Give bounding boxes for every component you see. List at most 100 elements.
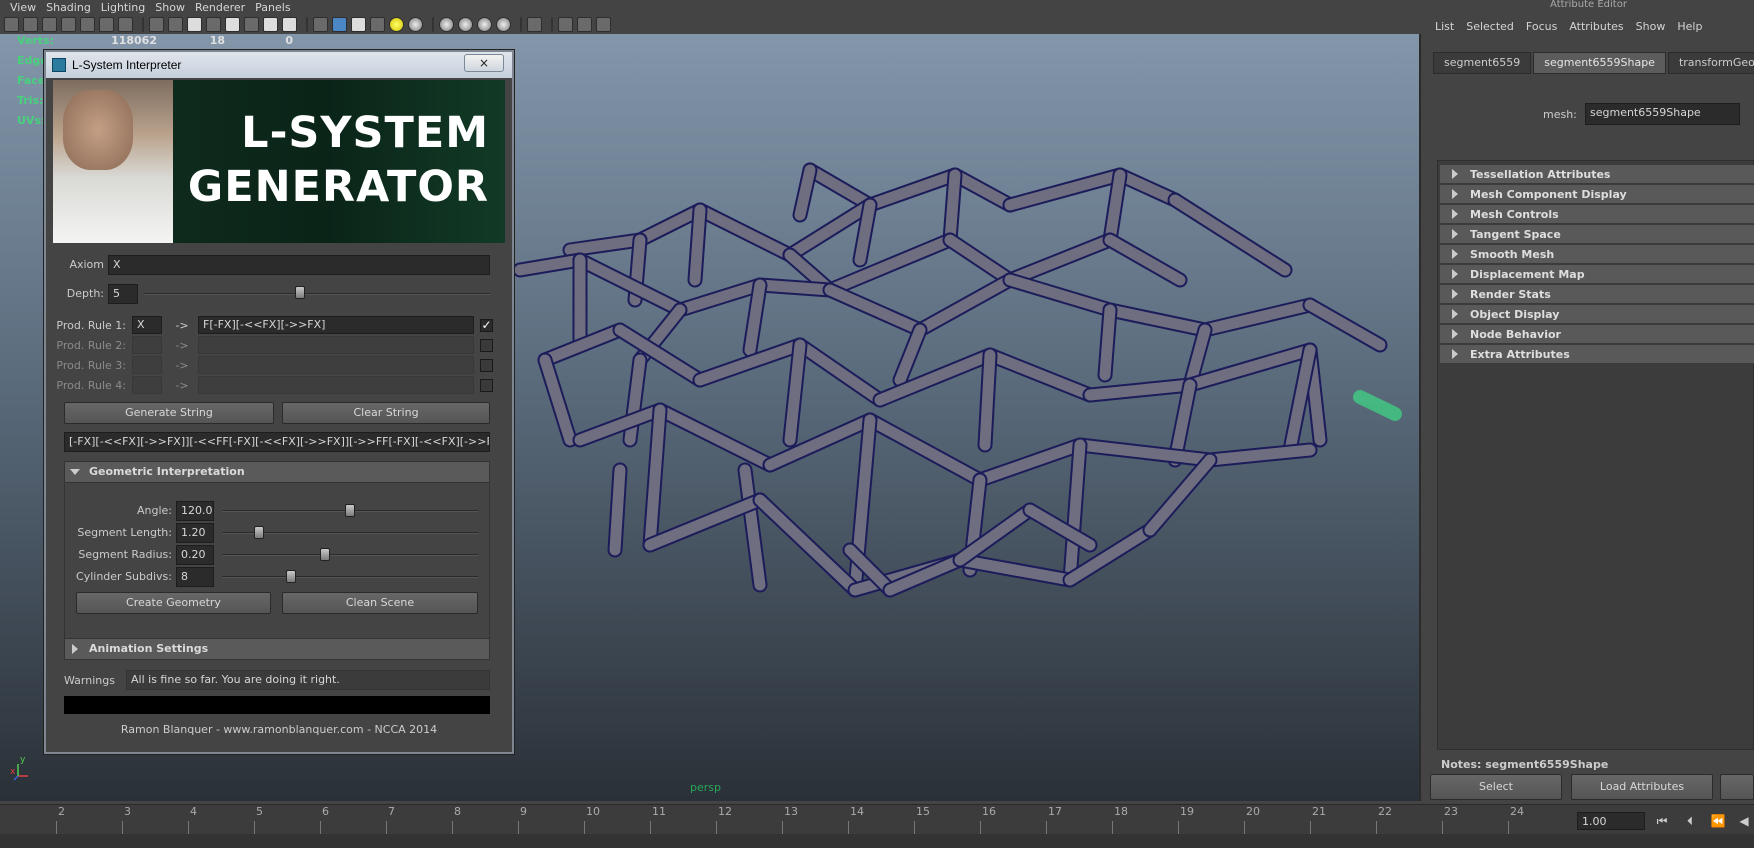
ae-menu-list[interactable]: List (1435, 20, 1454, 33)
param-slider-thumb[interactable] (345, 504, 355, 517)
wireframe-icon[interactable] (225, 16, 240, 32)
time-slider[interactable]: 2 3 4 5 6 7 8 9 10 11 12 13 14 15 16 17 18 19 20 21 22 23 24 (0, 804, 1754, 835)
param-field[interactable]: 1.20 (176, 523, 214, 543)
safe-action-icon[interactable] (187, 16, 202, 32)
resolution-gate-icon[interactable] (118, 16, 133, 32)
menu-shading[interactable]: Shading (46, 1, 91, 14)
ae-tab[interactable]: segment6559Shape (1533, 52, 1666, 74)
menu-lighting[interactable]: Lighting (101, 1, 145, 14)
film-gate-icon[interactable] (99, 16, 114, 32)
animation-settings-header[interactable]: Animation Settings (64, 638, 490, 660)
ae-menu-show[interactable]: Show (1636, 20, 1666, 33)
ae-section[interactable]: Displacement Map (1440, 265, 1754, 284)
param-slider-thumb[interactable] (285, 570, 296, 583)
checker-icon[interactable] (370, 16, 385, 32)
ae-menu-help[interactable]: Help (1677, 20, 1702, 33)
clear-string-button[interactable]: Clear String (282, 402, 490, 424)
rule-rhs-field[interactable] (198, 336, 474, 354)
rule-enable-checkbox[interactable] (480, 359, 493, 372)
ae-section[interactable]: Node Behavior (1440, 325, 1754, 344)
isolate-select-icon[interactable] (527, 16, 542, 32)
safe-title-icon[interactable] (206, 16, 221, 32)
smooth-shade-icon[interactable] (244, 16, 259, 32)
current-time-field[interactable]: 1.00 (1577, 812, 1645, 830)
param-field[interactable]: 8 (176, 567, 214, 587)
result-string-field[interactable]: [-FX][-<<FX][->>FX]][-<<FF[-FX][-<<FX][-… (64, 432, 490, 452)
texture-icon[interactable] (263, 16, 278, 32)
shadow-sphere-icon[interactable] (408, 16, 423, 32)
generate-string-button[interactable]: Generate String (64, 402, 274, 424)
rule-enable-checkbox[interactable]: ✓ (480, 319, 493, 332)
select-button[interactable]: Select (1430, 774, 1562, 800)
depth-field[interactable]: 5 (108, 284, 138, 304)
menu-panels[interactable]: Panels (255, 1, 290, 14)
param-slider[interactable] (222, 576, 478, 578)
dialog-titlebar[interactable]: L-System Interpreter (46, 52, 512, 78)
ae-section[interactable]: Tangent Space (1440, 225, 1754, 244)
axiom-field[interactable]: X (108, 255, 490, 275)
ae-section[interactable]: Tessellation Attributes (1440, 165, 1754, 184)
ambient-occlusion-icon[interactable] (439, 16, 454, 32)
ae-section[interactable]: Object Display (1440, 305, 1754, 324)
geometric-interpretation-header[interactable]: Geometric Interpretation (64, 461, 490, 483)
rule-rhs-field[interactable] (198, 376, 474, 394)
anti-alias-icon[interactable] (477, 16, 492, 32)
rule-lhs-field[interactable] (132, 336, 162, 354)
camera-attrs-icon[interactable] (23, 16, 38, 32)
param-field[interactable]: 0.20 (176, 545, 214, 565)
depth-slider[interactable] (144, 293, 490, 295)
text-icon[interactable] (282, 16, 297, 32)
bookmark-icon[interactable] (42, 16, 57, 32)
ae-tab[interactable]: segment6559 (1433, 52, 1532, 74)
selected-segment[interactable] (1353, 390, 1402, 421)
ae-tab[interactable]: transformGeometry6 (1667, 52, 1754, 74)
menu-view[interactable]: View (10, 1, 36, 14)
load-attributes-button[interactable]: Load Attributes (1571, 774, 1713, 800)
grid-icon[interactable] (80, 16, 95, 32)
ae-section[interactable]: Extra Attributes (1440, 345, 1754, 364)
textured-cube-icon[interactable] (351, 16, 366, 32)
light-icon[interactable] (389, 16, 404, 32)
play-back-icon[interactable]: ◀ (1734, 812, 1754, 830)
param-slider[interactable] (222, 554, 478, 556)
image-plane-icon[interactable] (61, 16, 76, 32)
gate-mask-icon[interactable] (149, 16, 164, 32)
rule-lhs-field[interactable]: X (132, 316, 162, 334)
rule-rhs-field[interactable]: F[-FX][-<<FX][->>FX] (198, 316, 474, 334)
ae-menu-focus[interactable]: Focus (1526, 20, 1557, 33)
range-slider[interactable] (0, 834, 1754, 848)
copy-tab-button[interactable] (1720, 774, 1754, 800)
param-slider-thumb[interactable] (320, 548, 331, 561)
close-button[interactable]: × (464, 54, 504, 72)
rule-rhs-field[interactable] (198, 356, 474, 374)
rule-enable-checkbox[interactable] (480, 339, 493, 352)
ae-menu-attributes[interactable]: Attributes (1569, 20, 1623, 33)
rule-enable-checkbox[interactable] (480, 379, 493, 392)
wire-cube-icon[interactable] (313, 16, 328, 32)
camera-select-icon[interactable] (4, 16, 19, 32)
menu-renderer[interactable]: Renderer (195, 1, 245, 14)
menu-show[interactable]: Show (155, 1, 185, 14)
param-slider-thumb[interactable] (253, 526, 264, 539)
create-geometry-button[interactable]: Create Geometry (76, 592, 271, 614)
field-chart-icon[interactable] (168, 16, 183, 32)
xray-components-icon[interactable] (596, 16, 611, 32)
rule-lhs-field[interactable] (132, 356, 162, 374)
param-field[interactable]: 120.0 (176, 501, 214, 521)
shaded-cube-icon[interactable] (332, 16, 347, 32)
motion-blur-icon[interactable] (458, 16, 473, 32)
mesh-field[interactable]: segment6559Shape (1585, 103, 1740, 125)
ae-section[interactable]: Mesh Controls (1440, 205, 1754, 224)
step-back-icon[interactable]: ⏴ (1680, 812, 1700, 830)
xray-joints-icon[interactable] (577, 16, 592, 32)
ae-section[interactable]: Render Stats (1440, 285, 1754, 304)
depth-slider-thumb[interactable] (295, 286, 306, 299)
ae-menu-selected[interactable]: Selected (1466, 20, 1514, 33)
ae-section[interactable]: Mesh Component Display (1440, 185, 1754, 204)
xray-icon[interactable] (558, 16, 573, 32)
ae-section[interactable]: Smooth Mesh (1440, 245, 1754, 264)
go-to-start-icon[interactable]: ⏮ (1652, 812, 1672, 830)
dof-icon[interactable] (496, 16, 511, 32)
rule-lhs-field[interactable] (132, 376, 162, 394)
step-back-key-icon[interactable]: ⏪ (1708, 812, 1728, 830)
